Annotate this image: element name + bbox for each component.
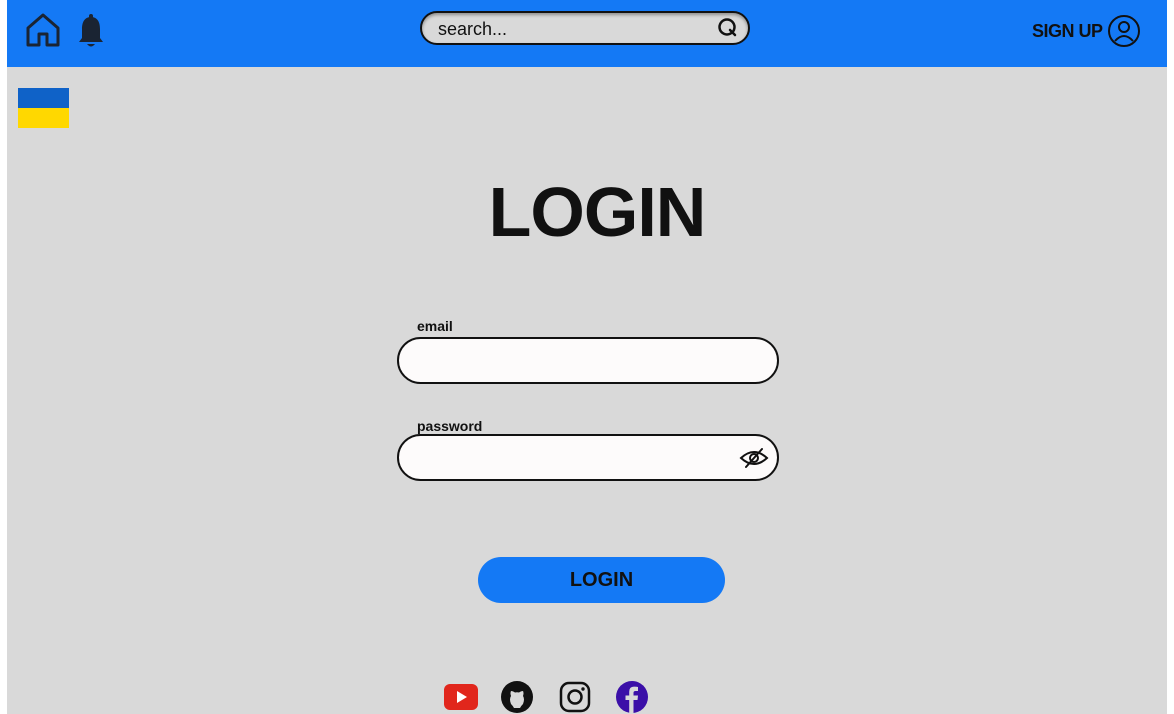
page-title: LOGIN xyxy=(488,173,707,251)
sign-up-label: SIGN UP xyxy=(1032,20,1103,41)
facebook-icon xyxy=(616,681,648,713)
home-icon xyxy=(26,13,60,47)
email-label: email xyxy=(417,318,453,334)
ukraine-flag-icon[interactable] xyxy=(18,88,69,128)
sign-up-button[interactable]: SIGN UP xyxy=(1032,14,1141,48)
instagram-icon xyxy=(559,681,591,713)
password-field-container xyxy=(397,434,779,481)
search-input[interactable] xyxy=(438,17,688,41)
notifications-button[interactable] xyxy=(75,12,107,50)
home-button[interactable] xyxy=(25,12,61,48)
password-field[interactable] xyxy=(417,445,727,470)
toggle-password-visibility-button[interactable] xyxy=(739,447,769,469)
login-button[interactable]: LOGIN xyxy=(478,557,725,603)
page-frame: SIGN UP LOGIN email password LOGIN xyxy=(7,0,1167,714)
flag-blue-stripe xyxy=(18,88,69,108)
flag-yellow-stripe xyxy=(18,108,69,128)
instagram-link[interactable] xyxy=(558,680,592,714)
top-navigation-bar: SIGN UP xyxy=(7,0,1167,67)
github-icon xyxy=(501,681,533,713)
search-icon xyxy=(718,18,737,37)
email-field[interactable] xyxy=(417,348,727,373)
search-button[interactable] xyxy=(716,16,740,40)
github-link[interactable] xyxy=(500,680,534,714)
eye-off-icon xyxy=(739,448,769,468)
facebook-link[interactable] xyxy=(615,680,649,714)
user-circle-icon xyxy=(1107,15,1140,47)
youtube-icon xyxy=(444,684,478,710)
bell-icon xyxy=(79,14,103,47)
search-bar xyxy=(420,11,750,45)
password-label: password xyxy=(417,418,483,434)
email-field-container xyxy=(397,337,779,384)
youtube-link[interactable] xyxy=(444,680,478,714)
